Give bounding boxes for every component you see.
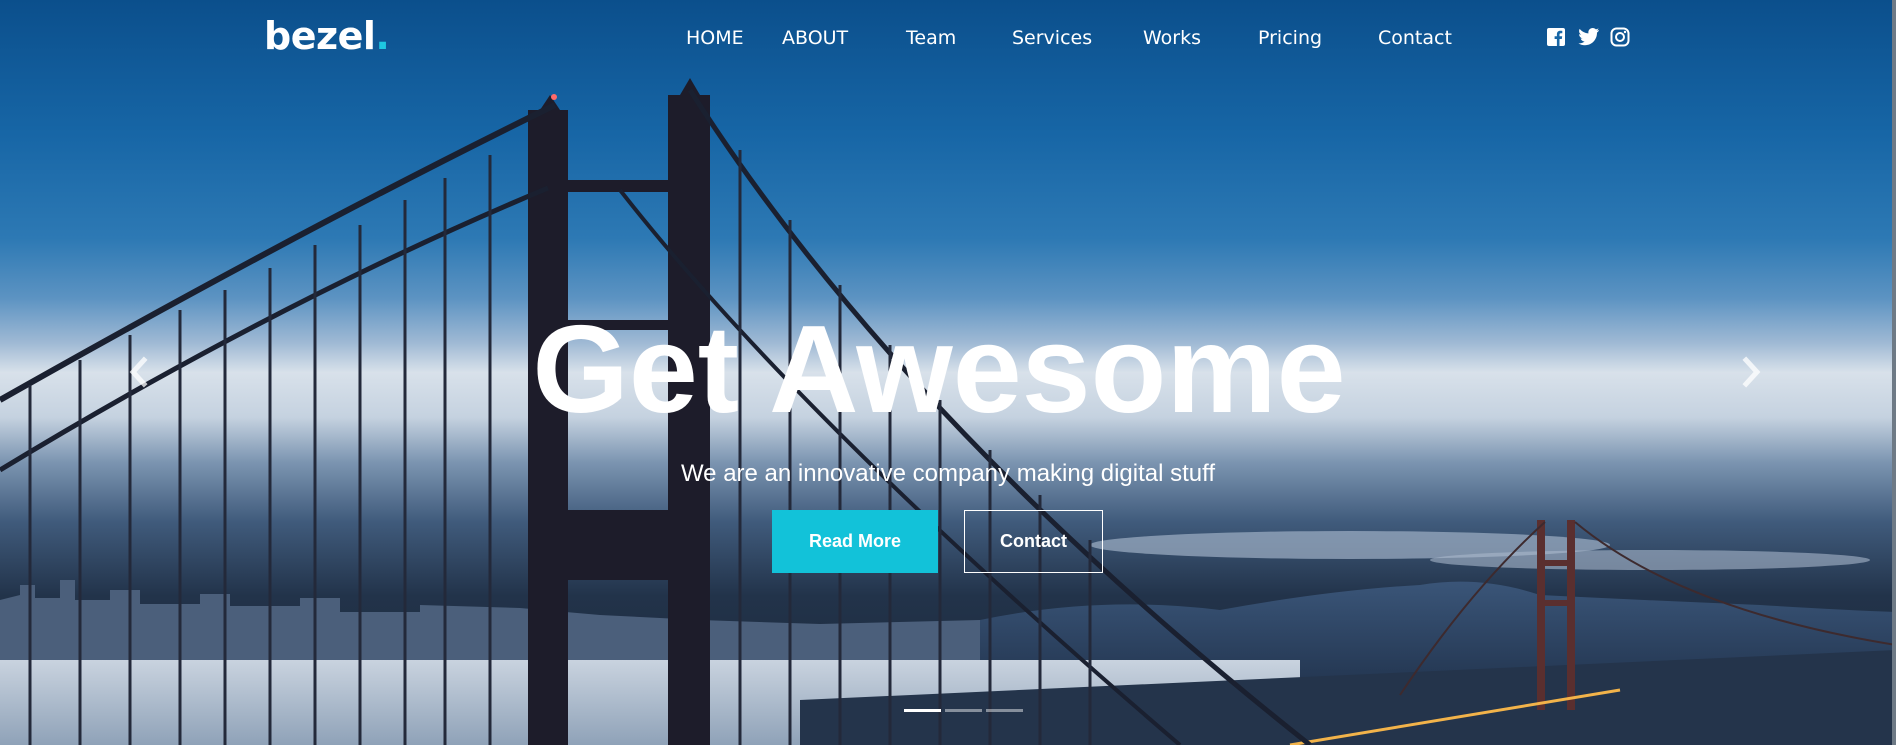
nav-item-contact[interactable]: Contact xyxy=(1378,26,1478,50)
social-links xyxy=(1546,27,1630,47)
hero-title: Get Awesome xyxy=(532,301,1346,439)
nav-item-home[interactable]: HOME xyxy=(686,26,782,50)
facebook-icon[interactable] xyxy=(1546,27,1566,47)
nav-item-works[interactable]: Works xyxy=(1143,26,1258,50)
brand-dot: . xyxy=(375,14,390,58)
read-more-button[interactable]: Read More xyxy=(772,510,938,573)
carousel-indicator-1[interactable] xyxy=(904,709,941,712)
twitter-icon[interactable] xyxy=(1578,27,1600,47)
nav-item-team[interactable]: Team xyxy=(906,26,1012,50)
top-navbar: bezel. HOME ABOUT Team Services Works Pr… xyxy=(0,0,1896,76)
carousel-indicator-3[interactable] xyxy=(986,709,1023,712)
hero-subtitle: We are an innovative company making digi… xyxy=(680,460,1216,487)
instagram-icon[interactable] xyxy=(1610,27,1630,47)
contact-button[interactable]: Contact xyxy=(964,510,1103,573)
nav-item-services[interactable]: Services xyxy=(1012,26,1143,50)
carousel-indicator-2[interactable] xyxy=(945,709,982,712)
brand-logo[interactable]: bezel. xyxy=(264,14,390,58)
brand-name: bezel xyxy=(264,14,376,58)
main-menu: HOME ABOUT Team Services Works Pricing C… xyxy=(686,26,1478,50)
carousel-indicators xyxy=(904,709,1023,712)
nav-item-pricing[interactable]: Pricing xyxy=(1258,26,1378,50)
hero-carousel: bezel. HOME ABOUT Team Services Works Pr… xyxy=(0,0,1896,745)
nav-item-about[interactable]: ABOUT xyxy=(782,26,906,50)
